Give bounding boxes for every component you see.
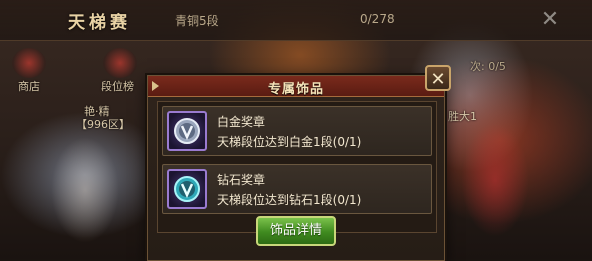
shop-icon[interactable] <box>12 48 46 78</box>
left-player-server: 【996区】 <box>76 118 130 131</box>
item-description: 天梯段位达到钻石1段(0/1) <box>217 193 362 207</box>
accessory-details-button[interactable]: 饰品详情 <box>256 216 336 246</box>
background-close-icon[interactable]: ✕ <box>536 6 564 34</box>
dialog-header: 专属饰品 <box>148 76 444 97</box>
left-player-figure <box>30 120 140 259</box>
top-bar: 天梯赛 青铜5段 0/278 ✕ <box>0 0 592 41</box>
ladder-title: 天梯赛 <box>68 13 131 33</box>
ranking-icon[interactable] <box>103 48 137 78</box>
list-item: 白金奖章 天梯段位达到白金1段(0/1) <box>162 106 432 156</box>
list-item: 钻石奖章 天梯段位达到钻石1段(0/1) <box>162 164 432 214</box>
accessory-list: 白金奖章 天梯段位达到白金1段(0/1) 钻石奖章 天梯段位达到钻石1段(0/1… <box>157 101 437 233</box>
dialog-title: 专属饰品 <box>267 82 324 97</box>
item-description: 天梯段位达到白金1段(0/1) <box>217 135 362 149</box>
ranking-label[interactable]: 段位榜 <box>101 78 134 94</box>
rank-label: 青铜5段 <box>175 14 219 28</box>
diamond-medal-icon[interactable] <box>167 169 207 209</box>
item-name: 钻石奖章 <box>217 173 266 187</box>
platinum-medal-icon[interactable] <box>167 111 207 151</box>
right-count-text: 次: 0/5 <box>470 60 506 73</box>
close-button[interactable]: ✕ <box>425 65 451 91</box>
shop-label[interactable]: 商店 <box>18 78 40 94</box>
item-name: 白金奖章 <box>217 115 266 129</box>
exclusive-accessories-dialog: 专属饰品 ✕ 白金奖章 天梯段位达到白金1段(0/1) 钻石奖章 天梯段位达到钻… <box>147 65 451 261</box>
rank-progress: 0/278 <box>360 12 395 26</box>
right-player-text: 胜大1 <box>448 110 477 123</box>
